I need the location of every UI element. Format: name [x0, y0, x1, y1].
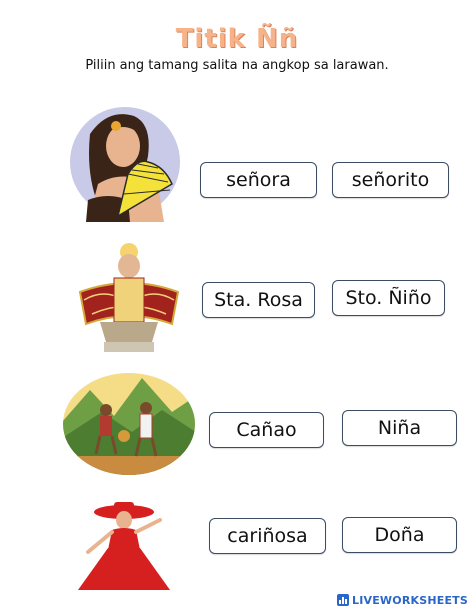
option-senorito[interactable]: señorito — [332, 162, 449, 198]
option-dona[interactable]: Doña — [342, 517, 457, 553]
worksheet-title: Titik Ññ — [175, 24, 299, 54]
option-nina[interactable]: Niña — [342, 410, 457, 446]
instruction-text: Piliin ang tamang salita na angkop sa la… — [85, 58, 389, 73]
canao-dancers-image — [62, 372, 196, 476]
santo-nino-statue-image — [74, 238, 184, 358]
liveworksheets-icon — [337, 594, 349, 606]
liveworksheets-logo: LIVEWORKSHEETS — [337, 592, 468, 608]
woman-with-fan-image — [68, 104, 183, 222]
option-canao[interactable]: Cañao — [209, 412, 324, 448]
lady-in-red-dress-image — [74, 494, 174, 590]
option-senora[interactable]: señora — [200, 162, 317, 198]
brand-name: LIVEWORKSHEETS — [352, 593, 468, 607]
option-sta-rosa[interactable]: Sta. Rosa — [202, 282, 315, 318]
option-carinosa[interactable]: cariñosa — [209, 518, 326, 554]
option-sto-nino[interactable]: Sto. Ñiño — [332, 280, 445, 316]
